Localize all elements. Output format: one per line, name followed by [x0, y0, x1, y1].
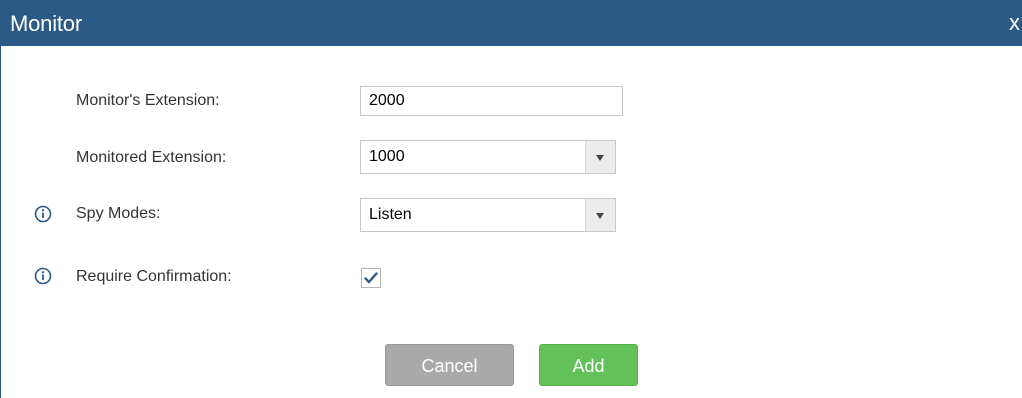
spy-modes-value: Listen — [369, 206, 412, 223]
monitored-extension-select[interactable]: 1000 — [360, 140, 616, 174]
monitored-extension-dropdown-button[interactable] — [585, 141, 615, 173]
monitors-extension-label: Monitor's Extension: — [76, 92, 220, 109]
checkmark-icon — [364, 272, 378, 284]
spy-modes-select[interactable]: Listen — [360, 198, 616, 232]
spy-modes-label: Spy Modes: — [76, 205, 161, 222]
require-confirmation-checkbox[interactable] — [361, 268, 381, 288]
dialog-title: Monitor — [10, 11, 82, 36]
monitored-extension-value: 1000 — [369, 148, 405, 165]
cancel-button[interactable]: Cancel — [385, 344, 514, 386]
info-circle-icon[interactable] — [34, 205, 52, 223]
spy-modes-dropdown-button[interactable] — [585, 199, 615, 231]
dialog-titlebar: Monitor x — [1, 0, 1022, 46]
info-circle-icon[interactable] — [34, 267, 52, 285]
monitored-extension-label: Monitored Extension: — [76, 149, 227, 166]
monitors-extension-input[interactable]: 2000 — [360, 86, 623, 116]
close-icon[interactable]: x — [1009, 12, 1020, 34]
require-confirmation-label: Require Confirmation: — [76, 268, 232, 285]
chevron-down-icon — [596, 213, 604, 219]
chevron-down-icon — [596, 155, 604, 161]
add-button[interactable]: Add — [539, 344, 638, 386]
monitor-dialog: Monitor x Monitor's Extension: 2000 Moni… — [0, 0, 1022, 398]
